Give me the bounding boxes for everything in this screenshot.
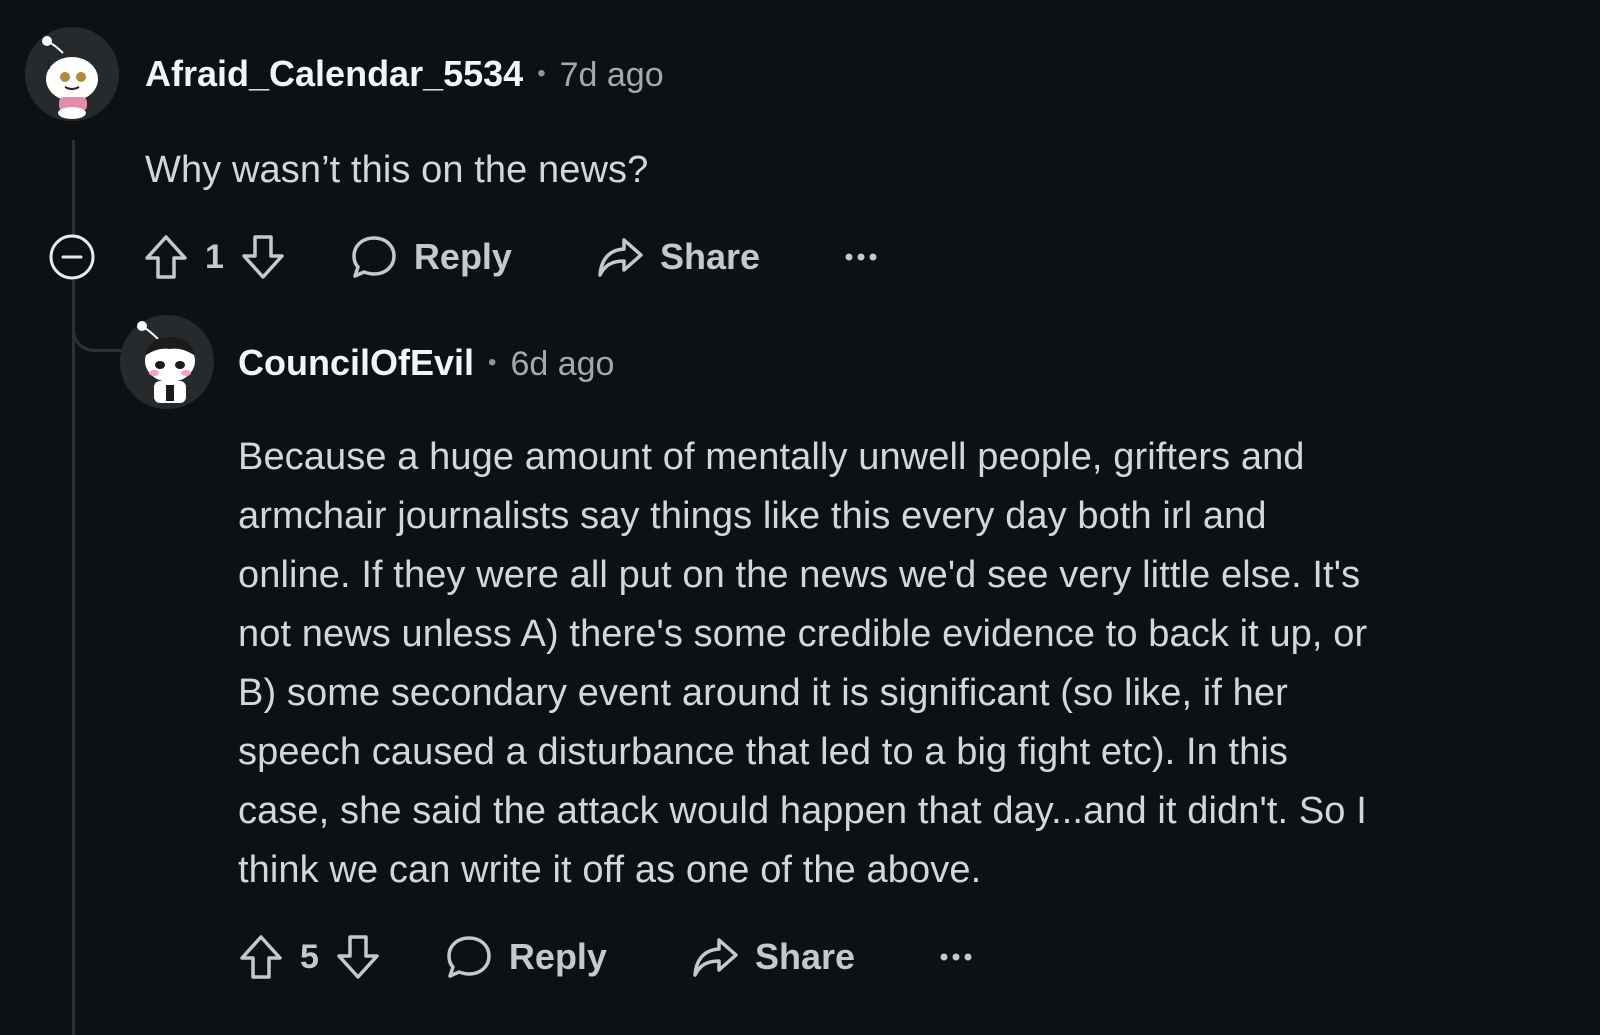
- arrow-down-icon: [242, 235, 284, 279]
- share-label: Share: [754, 936, 856, 977]
- downvote-button[interactable]: [240, 233, 286, 281]
- minus-circle-icon: [49, 234, 95, 280]
- thread-connector: [72, 290, 122, 352]
- reply-label: Reply: [413, 236, 512, 277]
- comment-line: armchair journalists say things like thi…: [238, 495, 1267, 537]
- comment-body: Because a huge amount of mentally unwell…: [238, 428, 1558, 900]
- share-button[interactable]: Share: [596, 235, 760, 279]
- comment-actions: 5 Reply Share: [238, 927, 973, 987]
- more-options-button[interactable]: [844, 251, 878, 263]
- timestamp[interactable]: 7d ago: [560, 56, 664, 95]
- ellipsis-icon: [845, 253, 877, 261]
- separator-dot: •: [537, 60, 546, 87]
- snoo-avatar-icon: [25, 27, 119, 121]
- share-arrow-icon: [693, 938, 738, 977]
- share-arrow-icon: [598, 238, 643, 277]
- comment-actions: 1 Reply Share: [143, 227, 878, 287]
- timestamp[interactable]: 6d ago: [510, 345, 614, 384]
- comment-line: Because a huge amount of mentally unwell…: [238, 436, 1305, 478]
- separator-dot: •: [488, 349, 497, 376]
- username[interactable]: Afraid_Calendar_5534: [145, 53, 523, 95]
- thread-line[interactable]: [72, 140, 75, 235]
- ellipsis-icon: [940, 953, 972, 961]
- arrow-up-icon: [240, 935, 282, 979]
- comment-line: speech caused a disturbance that led to …: [238, 731, 1289, 773]
- arrow-down-icon: [337, 935, 379, 979]
- collapse-button[interactable]: [49, 234, 95, 280]
- comment-line: case, she said the attack would happen t…: [238, 790, 1367, 832]
- downvote-button[interactable]: [335, 933, 381, 981]
- snoo-avatar-icon: [120, 315, 214, 409]
- comment-line: think we can write it off as one of the …: [238, 849, 982, 891]
- speech-bubble-icon: [352, 236, 396, 278]
- thread-line[interactable]: [72, 280, 75, 1035]
- reply-button[interactable]: Reply: [350, 234, 512, 280]
- upvote-button[interactable]: [238, 933, 284, 981]
- share-button[interactable]: Share: [691, 935, 855, 979]
- avatar[interactable]: [25, 27, 119, 121]
- comment-line: online. If they were all put on the news…: [238, 554, 1361, 596]
- vote-count: 5: [300, 937, 319, 976]
- arrow-up-icon: [145, 235, 187, 279]
- share-label: Share: [659, 236, 761, 277]
- upvote-button[interactable]: [143, 233, 189, 281]
- comment-thread: Afraid_Calendar_5534 • 7d ago Why wasn’t…: [0, 0, 1600, 1035]
- vote-count: 1: [205, 237, 224, 276]
- comment-line: B) some secondary event around it is sig…: [238, 672, 1288, 714]
- avatar[interactable]: [120, 315, 214, 409]
- reply-button[interactable]: Reply: [445, 934, 607, 980]
- comment-body: Why wasn’t this on the news?: [145, 149, 649, 191]
- reply-label: Reply: [508, 936, 607, 977]
- speech-bubble-icon: [447, 936, 491, 978]
- comment-meta: CouncilOfEvil • 6d ago: [238, 342, 614, 384]
- more-options-button[interactable]: [939, 951, 973, 963]
- comment-meta: Afraid_Calendar_5534 • 7d ago: [145, 53, 664, 95]
- username[interactable]: CouncilOfEvil: [238, 342, 474, 384]
- comment-line: not news unless A) there's some credible…: [238, 613, 1368, 655]
